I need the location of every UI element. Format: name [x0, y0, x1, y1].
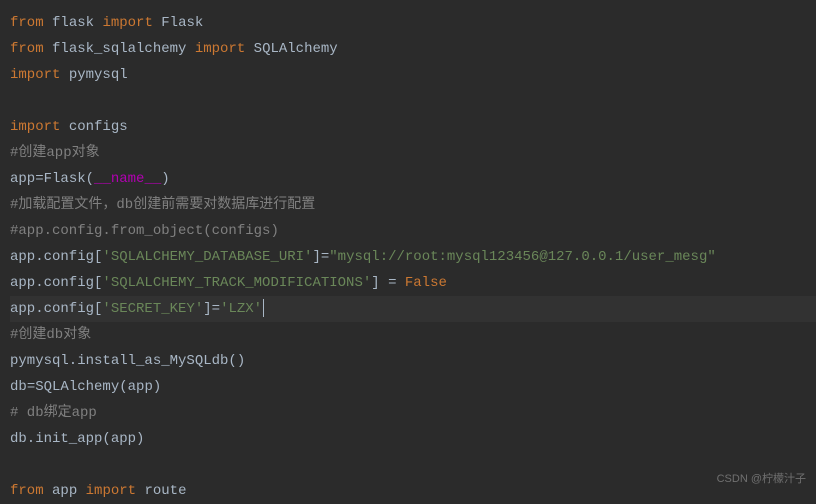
code-line: from flask import Flask	[10, 10, 816, 36]
code-line: #app.config.from_object(configs)	[10, 218, 816, 244]
code-line	[10, 88, 816, 114]
code-line: #加载配置文件，db创建前需要对数据库进行配置	[10, 192, 816, 218]
code-line-active: app.config['SECRET_KEY']='LZX'	[10, 296, 816, 322]
code-line: #创建db对象	[10, 322, 816, 348]
code-line: app.config['SQLALCHEMY_TRACK_MODIFICATIO…	[10, 270, 816, 296]
code-line: pymysql.install_as_MySQLdb()	[10, 348, 816, 374]
code-line: app.config['SQLALCHEMY_DATABASE_URI']="m…	[10, 244, 816, 270]
code-editor[interactable]: from flask import Flask from flask_sqlal…	[10, 10, 816, 504]
code-line: #创建app对象	[10, 140, 816, 166]
code-line: from app import route	[10, 478, 816, 504]
watermark: CSDN @柠檬汁子	[717, 466, 806, 492]
code-line: db.init_app(app)	[10, 426, 816, 452]
code-line: import configs	[10, 114, 816, 140]
code-line: # db绑定app	[10, 400, 816, 426]
code-line: db=SQLAlchemy(app)	[10, 374, 816, 400]
text-caret	[263, 299, 264, 317]
code-line: app=Flask(__name__)	[10, 166, 816, 192]
code-line: import pymysql	[10, 62, 816, 88]
code-line	[10, 452, 816, 478]
code-line: from flask_sqlalchemy import SQLAlchemy	[10, 36, 816, 62]
